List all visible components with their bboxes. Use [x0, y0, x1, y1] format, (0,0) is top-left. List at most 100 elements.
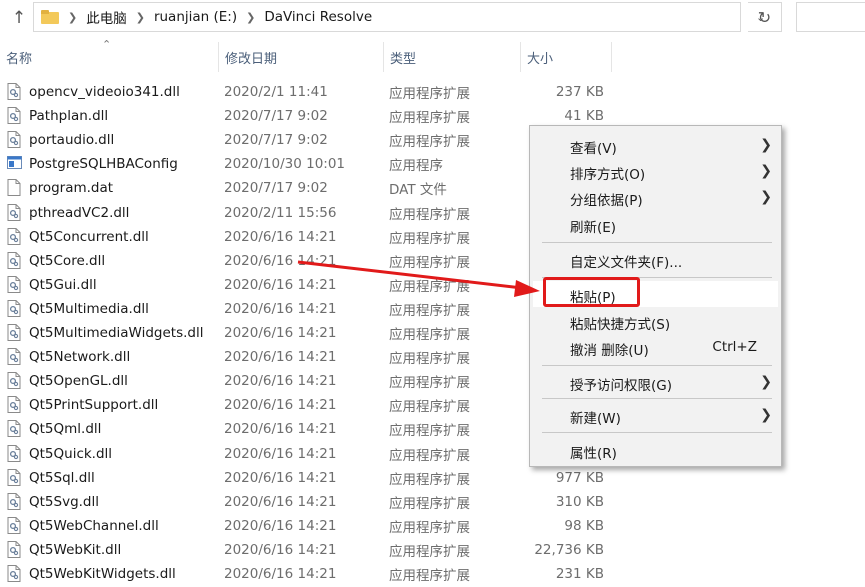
menu-item-refresh[interactable]: 刷新(E) — [533, 211, 778, 237]
file-row[interactable]: Pathplan.dll 2020/7/17 9:02 应用程序扩展 41 KB — [0, 104, 612, 128]
file-name: Qt5Core.dll — [29, 252, 106, 269]
menu-item-shortcut: Ctrl+Z — [712, 339, 757, 355]
file-type: DAT 文件 — [389, 182, 447, 199]
file-row[interactable]: Qt5MultimediaWidgets.dll 2020/6/16 14:21 应… — [0, 321, 612, 345]
file-date-modified: 2020/6/16 14:21 — [224, 469, 337, 486]
chevron-right-icon: ❯ — [760, 189, 772, 205]
chevron-right-icon: ❯ — [760, 374, 772, 390]
up-arrow-icon[interactable]: ↑ — [8, 7, 30, 29]
file-date-modified: 2020/6/16 14:21 — [224, 445, 337, 462]
file-row[interactable]: opencv_videoio341.dll 2020/2/1 11:41 应用程序扩… — [0, 80, 612, 104]
column-header-date[interactable]: 修改日期 — [218, 42, 382, 72]
application-icon — [7, 155, 22, 172]
search-input[interactable] — [796, 2, 865, 32]
file-name: Qt5Gui.dll — [29, 276, 97, 293]
file-row[interactable]: Qt5Concurrent.dll 2020/6/16 14:21 应用程序扩展 — [0, 225, 612, 249]
column-header-size[interactable]: 大小 — [520, 42, 612, 72]
dll-file-icon — [7, 372, 21, 390]
file-name: Qt5Multimedia.dll — [29, 300, 149, 317]
file-size: 22,736 KB — [534, 541, 604, 558]
menu-item-customize-folder[interactable]: 自定义文件夹(F)... — [533, 246, 778, 272]
menu-item-label: 粘贴快捷方式(S) — [570, 317, 671, 333]
file-type: 应用程序扩展 — [389, 86, 470, 102]
file-type: 应用程序扩展 — [389, 230, 470, 247]
file-name: opencv_videoio341.dll — [29, 84, 180, 100]
file-row[interactable]: Qt5Quick.dll 2020/6/16 14:21 应用程序扩展 — [0, 442, 612, 466]
file-size: 977 KB — [555, 469, 604, 486]
file-type: 应用程序扩展 — [389, 302, 470, 319]
file-type: 应用程序扩展 — [389, 399, 470, 416]
file-type: 应用程序扩展 — [389, 375, 470, 392]
column-header-name[interactable]: 名称 — [0, 42, 217, 72]
column-header-type[interactable]: 类型 — [383, 42, 519, 72]
file-row[interactable]: Qt5PrintSupport.dll 2020/6/16 14:21 应用程序扩展 — [0, 393, 612, 417]
file-row[interactable]: Qt5Svg.dll 2020/6/16 14:21 应用程序扩展 310 KB — [0, 490, 612, 514]
file-name: Qt5Svg.dll — [29, 493, 99, 510]
menu-item-group-by[interactable]: 分组依据(P) ❯ — [533, 184, 778, 210]
partially-hidden-row: — — — — — — — — [0, 72, 600, 78]
menu-item-give-access[interactable]: 授予访问权限(G) ❯ — [533, 369, 778, 395]
file-row[interactable]: Qt5WebChannel.dll 2020/6/16 14:21 应用程序扩展 98… — [0, 514, 612, 538]
file-type: 应用程序扩展 — [389, 110, 470, 127]
menu-item-view[interactable]: 查看(V) ❯ — [533, 132, 778, 158]
menu-item-new[interactable]: 新建(W) ❯ — [533, 402, 778, 428]
file-date-modified: 2020/7/17 9:02 — [224, 180, 328, 197]
chevron-right-icon[interactable]: ❯ — [136, 11, 145, 24]
dll-file-icon — [7, 516, 21, 534]
file-row[interactable]: Qt5WebKit.dll 2020/6/16 14:21 应用程序扩展 22,736… — [0, 538, 612, 562]
file-row[interactable]: Qt5Sql.dll 2020/6/16 14:21 应用程序扩展 977 KB — [0, 466, 612, 490]
file-date-modified: 2020/7/17 9:02 — [224, 132, 328, 149]
file-type: 应用程序扩展 — [389, 471, 470, 488]
file-size: 41 KB — [564, 108, 604, 125]
file-size: 231 KB — [555, 566, 604, 582]
menu-item-label: 新建(W) — [570, 411, 621, 427]
file-name: Qt5Quick.dll — [29, 445, 113, 462]
chevron-right-icon: ❯ — [760, 407, 772, 423]
menu-item-label: 自定义文件夹(F)... — [570, 255, 683, 271]
file-row[interactable]: Qt5OpenGL.dll 2020/6/16 14:21 应用程序扩展 — [0, 369, 612, 393]
breadcrumb-this-pc[interactable]: 此电脑 — [86, 7, 127, 27]
menu-item-label: 查看(V) — [570, 141, 617, 157]
dll-file-icon — [7, 565, 21, 582]
refresh-icon[interactable]: ↻ — [748, 2, 782, 32]
chevron-right-icon[interactable]: ❯ — [246, 11, 255, 24]
file-row[interactable]: PostgreSQLHBAConfig 2020/10/30 10:01 应用程序 — [0, 152, 612, 176]
address-bar[interactable]: ❯ 此电脑 ❯ ruanjian (E:) ❯ DaVinci Resolve … — [33, 2, 765, 32]
menu-item-properties[interactable]: 属性(R) — [533, 437, 778, 463]
file-type: 应用程序扩展 — [389, 495, 470, 512]
file-row[interactable]: Qt5Network.dll 2020/6/16 14:21 应用程序扩展 — [0, 345, 612, 369]
address-toolbar: ↑ ❯ 此电脑 ❯ ruanjian (E:) ❯ DaVinci Resolv… — [0, 0, 865, 36]
file-name: Qt5OpenGL.dll — [29, 373, 128, 390]
file-row[interactable]: Qt5WebKitWidgets.dll 2020/6/16 14:21 应用程序扩… — [0, 562, 612, 586]
file-row[interactable]: portaudio.dll 2020/7/17 9:02 应用程序扩展 — [0, 128, 612, 152]
chevron-right-icon: ❯ — [760, 137, 772, 153]
file-date-modified: 2020/6/16 14:21 — [224, 252, 337, 269]
menu-item-paste-shortcut[interactable]: 粘贴快捷方式(S) — [533, 308, 778, 334]
breadcrumb-drive[interactable]: ruanjian (E:) — [154, 9, 237, 25]
file-row[interactable]: program.dat 2020/7/17 9:02 DAT 文件 — [0, 176, 612, 200]
file-date-modified: 2020/2/11 15:56 — [224, 204, 337, 221]
file-size: 98 KB — [564, 517, 604, 534]
file-date-modified: 2020/10/30 10:01 — [224, 156, 346, 173]
menu-separator — [542, 242, 772, 243]
menu-item-label: 撤消 删除(U) — [570, 343, 649, 359]
menu-item-label: 刷新(E) — [570, 220, 617, 236]
breadcrumb-folder[interactable]: DaVinci Resolve — [264, 9, 372, 25]
file-row[interactable]: Qt5Qml.dll 2020/6/16 14:21 应用程序扩展 — [0, 417, 612, 441]
file-row[interactable]: pthreadVC2.dll 2020/2/11 15:56 应用程序扩展 — [0, 201, 612, 225]
file-name: Qt5WebChannel.dll — [29, 517, 159, 534]
file-date-modified: 2020/6/16 14:21 — [224, 421, 337, 438]
menu-item-sort-by[interactable]: 排序方式(O) ❯ — [533, 158, 778, 184]
file-name: Qt5Qml.dll — [29, 421, 102, 438]
file-type: 应用程序扩展 — [389, 423, 470, 440]
file-date-modified: 2020/6/16 14:21 — [224, 493, 337, 510]
file-row[interactable]: Qt5Gui.dll 2020/6/16 14:21 应用程序扩展 — [0, 273, 612, 297]
menu-item-undo-delete[interactable]: 撤消 删除(U) Ctrl+Z — [533, 334, 778, 360]
file-date-modified: 2020/6/16 14:21 — [224, 517, 337, 534]
chevron-right-icon[interactable]: ❯ — [68, 11, 77, 24]
dll-file-icon — [7, 492, 21, 510]
file-row[interactable]: Qt5Core.dll 2020/6/16 14:21 应用程序扩展 — [0, 249, 612, 273]
file-row[interactable]: Qt5Multimedia.dll 2020/6/16 14:21 应用程序扩展 — [0, 297, 612, 321]
file-size: 310 KB — [555, 493, 604, 510]
file-type: 应用程序扩展 — [389, 327, 470, 343]
